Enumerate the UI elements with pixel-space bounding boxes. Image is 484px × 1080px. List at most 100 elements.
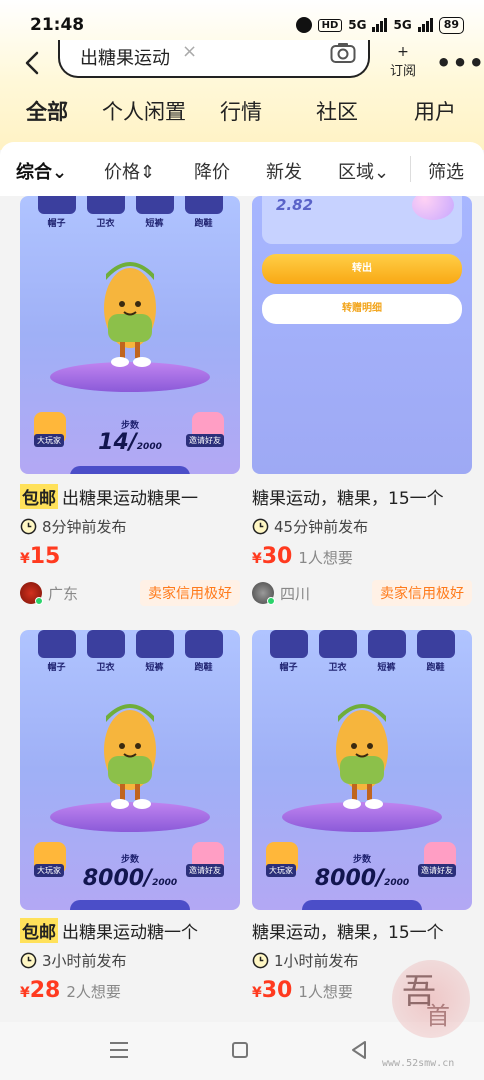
free-shipping-badge: 包邮	[20, 918, 58, 943]
free-shipping-badge: 包邮	[20, 484, 58, 509]
price: ¥30	[252, 978, 292, 1003]
watermark-url: www.52smw.cn	[382, 1058, 455, 1069]
filter-more[interactable]: 筛选	[428, 158, 464, 184]
seller-region: 广东	[48, 584, 79, 603]
search-input[interactable]: 出糖果运动 ×	[58, 40, 370, 78]
sort-icon: ⇕	[140, 162, 156, 183]
game-tab-label: 卫衣	[96, 219, 115, 229]
hoodie-icon	[86, 196, 125, 214]
steps-total: 2000	[152, 878, 178, 888]
game-tab-label: 短裤	[145, 219, 164, 229]
detail-button: 转赠明细	[262, 294, 462, 324]
avatar[interactable]	[20, 582, 43, 605]
steps-total: 2000	[136, 442, 162, 452]
filter-bar: 综合⌄ 价格⇕ 降价 新发 区域⌄ 筛选	[0, 142, 484, 196]
chevron-down-icon: ⌄	[52, 162, 68, 183]
back-arrow-icon[interactable]	[20, 50, 46, 76]
tab-all[interactable]: 全部	[26, 96, 68, 126]
avatar[interactable]	[252, 582, 275, 605]
status-time: 21:48	[30, 15, 85, 35]
mango-mascot-icon	[104, 704, 156, 809]
signal-icon	[372, 18, 388, 32]
purple-button	[70, 900, 190, 910]
filter-price[interactable]: 价格⇕	[104, 158, 155, 184]
seller-region: 四川	[280, 584, 311, 603]
shorts-icon	[135, 196, 174, 214]
signal-icon-2	[417, 18, 433, 32]
currency-symbol: ¥	[20, 985, 30, 1001]
network-label-2: 5G	[393, 18, 412, 32]
price-value: 28	[29, 978, 61, 1003]
publish-time-text: 3小时前发布	[42, 952, 127, 970]
hat-icon	[37, 630, 76, 658]
search-query[interactable]: 出糖果运动	[80, 44, 170, 70]
home-icon[interactable]	[232, 1042, 248, 1058]
game-tab-labels: 帽子 卫衣 短裤 跑鞋	[32, 216, 228, 229]
clear-icon[interactable]: ×	[182, 41, 197, 62]
game-tab-label: 跑鞋	[194, 663, 213, 673]
steps-count: 14/	[98, 430, 137, 455]
publish-time: 3小时前发布	[20, 950, 127, 971]
camera-icon[interactable]	[330, 42, 356, 64]
transfer-button: 转出	[262, 254, 462, 284]
seller-row: 四川 卖家信用极好	[252, 580, 472, 606]
watermark: 吾 首 www.52smw.cn	[380, 950, 480, 1070]
subscribe-label: 订阅	[389, 64, 416, 79]
price-value: 15	[29, 544, 61, 569]
tab-community[interactable]: 社区	[316, 96, 358, 126]
steps-label: 步数	[352, 855, 371, 865]
menu-icon[interactable]	[110, 1042, 128, 1058]
listing-title-text: 出糖果运动糖一个	[62, 923, 198, 943]
price-row: ¥30 1人想要	[252, 978, 353, 1003]
publish-time-text: 45分钟前发布	[274, 518, 369, 536]
listing-card[interactable]: 帽子 卫衣 短裤 跑鞋 大玩家 邀请好友 步数 14/2000 包邮 出糖果运动糖果一	[20, 196, 240, 606]
tab-personal-idle[interactable]: 个人闲置	[102, 96, 186, 126]
wants-count: 2人想要	[66, 983, 121, 1001]
game-tab-label: 卫衣	[96, 663, 115, 673]
tab-users[interactable]: 用户	[414, 96, 456, 126]
steps-total: 2000	[384, 878, 410, 888]
network-label-1: 5G	[348, 18, 367, 32]
listing-title: 包邮 出糖果运动糖一个	[20, 918, 198, 943]
game-tab-labels: 帽子 卫衣 短裤 跑鞋	[264, 660, 460, 673]
online-dot	[35, 597, 43, 605]
back-triangle-icon[interactable]	[350, 1040, 368, 1060]
listing-image[interactable]: 帽子 卫衣 短裤 跑鞋 大玩家 邀请好友 步数 8000/2000	[20, 630, 240, 910]
credit-badge: 卖家信用极好	[140, 580, 240, 606]
seller-row: 广东 卖家信用极好	[20, 580, 240, 606]
subscribe-button[interactable]: + 订阅	[388, 45, 418, 79]
listing-card[interactable]: 2.82 转出 转赠明细 糖果运动，糖果，15一个 45分钟前发布 ¥30 1人…	[252, 196, 472, 606]
mango-mascot-icon	[104, 262, 156, 367]
chevron-down-icon: ⌄	[374, 162, 390, 183]
filter-new[interactable]: 新发	[266, 158, 302, 184]
price-row: ¥30 1人想要	[252, 544, 353, 569]
publish-time: 1小时前发布	[252, 950, 359, 971]
shorts-icon	[135, 630, 174, 658]
steps-value: 8000/2000	[252, 866, 472, 891]
listing-image[interactable]: 帽子 卫衣 短裤 跑鞋 大玩家 邀请好友 步数 14/2000	[20, 196, 240, 474]
listing-image[interactable]: 帽子 卫衣 短裤 跑鞋 大玩家 邀请好友 步数 8000/2000	[252, 630, 472, 910]
listing-feed: 帽子 卫衣 短裤 跑鞋 大玩家 邀请好友 步数 14/2000 包邮 出糖果运动糖果一	[0, 196, 484, 1022]
clock-icon	[252, 952, 269, 969]
steps-value: 8000/2000	[20, 866, 240, 891]
credit-badge: 卖家信用极好	[372, 580, 472, 606]
tab-market[interactable]: 行情	[220, 96, 262, 126]
currency-symbol: ¥	[252, 551, 262, 567]
price-row: ¥28 2人想要	[20, 978, 121, 1003]
steps-count: 8000/	[314, 866, 385, 891]
game-tab-label: 跑鞋	[426, 663, 445, 673]
listing-image[interactable]: 2.82 转出 转赠明细	[252, 196, 472, 474]
shorts-icon	[367, 630, 406, 658]
listing-card[interactable]: 帽子 卫衣 短裤 跑鞋 大玩家 邀请好友 步数 8000/2000 包邮 出糖果运动糖一…	[20, 630, 240, 1022]
shoe-icon	[184, 196, 223, 214]
clock-icon	[20, 518, 37, 535]
filter-label: 价格	[104, 162, 140, 183]
more-icon[interactable]: •••	[436, 49, 484, 77]
filter-comprehensive[interactable]: 综合⌄	[16, 158, 67, 184]
currency-symbol: ¥	[20, 551, 30, 567]
search-row: 出糖果运动 × + 订阅 •••	[0, 40, 484, 82]
publish-time: 8分钟前发布	[20, 516, 127, 537]
filter-region[interactable]: 区域⌄	[338, 158, 389, 184]
filter-price-drop[interactable]: 降价	[194, 158, 230, 184]
category-tabs: 全部 个人闲置 行情 社区 用户	[0, 96, 484, 136]
